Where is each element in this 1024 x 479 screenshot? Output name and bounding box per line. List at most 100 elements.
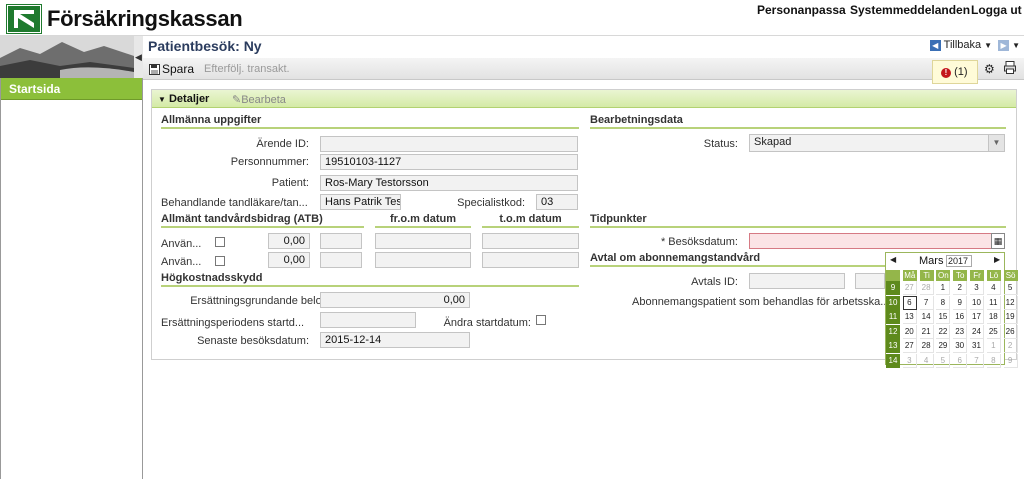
calendar-day[interactable]: 31 bbox=[970, 339, 984, 354]
calendar-day[interactable]: 8 bbox=[986, 354, 1001, 368]
atb-row-checkbox[interactable] bbox=[215, 256, 225, 266]
calendar-day[interactable]: 3 bbox=[902, 354, 917, 368]
followup-transaction-button[interactable]: Efterfölj. transakt. bbox=[204, 63, 290, 75]
patient-field[interactable]: Ros-Mary Testorsson bbox=[320, 175, 578, 191]
calendar-day[interactable]: 29 bbox=[936, 339, 951, 354]
logo-text: Försäkringskassan bbox=[47, 6, 243, 31]
calendar-day[interactable]: 3 bbox=[970, 281, 984, 295]
message-badge[interactable]: ! (1) bbox=[932, 60, 978, 84]
personnummer-field[interactable]: 19510103-1127 bbox=[320, 154, 578, 170]
atb-from-field[interactable] bbox=[375, 252, 471, 268]
belopp-field[interactable]: 0,00 bbox=[320, 292, 470, 308]
personanpassa-link[interactable]: Personanpassa bbox=[757, 3, 846, 17]
calendar-day[interactable]: 4 bbox=[986, 281, 1001, 295]
calendar-day[interactable]: 13 bbox=[902, 310, 917, 325]
date-picker[interactable]: ◀ Mars 2017 ▶ Må Ti On To Fr Lö Sö 9 27 28 1 2 3 4 5 10… bbox=[885, 252, 1018, 368]
calendar-weekday: Må bbox=[902, 270, 917, 281]
andra-startdatum-checkbox[interactable] bbox=[536, 315, 546, 325]
calendar-day[interactable]: 24 bbox=[970, 324, 984, 339]
calendar-day[interactable]: 27 bbox=[902, 339, 917, 354]
arende-field[interactable] bbox=[320, 136, 578, 152]
atb-row-checkbox[interactable] bbox=[215, 237, 225, 247]
atb-to-title: t.o.m datum bbox=[482, 213, 579, 228]
back-button[interactable]: Tillbaka bbox=[944, 39, 982, 51]
status-select[interactable]: Skapad ▼ bbox=[749, 134, 1005, 152]
senaste-field[interactable]: 2015-12-14 bbox=[320, 332, 470, 348]
calendar-day[interactable]: 30 bbox=[953, 339, 968, 354]
save-label: Spara bbox=[162, 62, 195, 76]
chevron-down-icon: ▼ bbox=[158, 95, 166, 104]
atb-to-field[interactable] bbox=[482, 233, 579, 249]
atb-extra-field[interactable] bbox=[320, 233, 362, 249]
calendar-day[interactable]: 21 bbox=[919, 324, 934, 339]
toolbar: Spara Efterfölj. transakt. ! (1) ⚙ bbox=[143, 58, 1024, 84]
calendar-year-select[interactable]: 2017 bbox=[946, 255, 972, 267]
calendar-day[interactable]: 26 bbox=[1003, 324, 1018, 339]
calendar-day[interactable]: 8 bbox=[936, 295, 951, 310]
calendar-day[interactable]: 20 bbox=[902, 324, 917, 339]
calendar-day[interactable]: 5 bbox=[1003, 281, 1018, 295]
calendar-day[interactable]: 22 bbox=[936, 324, 951, 339]
calendar-weekday: Fr bbox=[970, 270, 984, 281]
forward-icon[interactable]: ▶ bbox=[998, 39, 1010, 51]
calendar-day[interactable]: 6 bbox=[902, 295, 917, 310]
calendar-day[interactable]: 16 bbox=[953, 310, 968, 325]
calendar-day[interactable]: 17 bbox=[970, 310, 984, 325]
calendar-day[interactable]: 11 bbox=[986, 295, 1001, 310]
calendar-day[interactable]: 27 bbox=[902, 281, 917, 295]
besoksdatum-input[interactable] bbox=[749, 233, 1005, 249]
tools-icon[interactable]: ⚙ bbox=[984, 62, 995, 76]
calendar-day[interactable]: 4 bbox=[919, 354, 934, 368]
calendar-day[interactable]: 15 bbox=[936, 310, 951, 325]
calendar-day[interactable]: 25 bbox=[986, 324, 1001, 339]
avtal-field[interactable] bbox=[749, 273, 845, 289]
calendar-day[interactable]: 6 bbox=[953, 354, 968, 368]
tandlakare-field[interactable]: Hans Patrik Testor bbox=[320, 194, 401, 210]
systemmeddelanden-link[interactable]: Systemmeddelanden bbox=[850, 3, 970, 17]
calendar-day[interactable]: 10 bbox=[970, 295, 984, 310]
logout-link[interactable]: Logga ut bbox=[971, 3, 1022, 17]
atb-extra-field[interactable] bbox=[320, 252, 362, 268]
tab-details[interactable]: ▼ Detaljer bbox=[158, 93, 209, 105]
calendar-day[interactable]: 7 bbox=[919, 295, 934, 310]
calendar-day[interactable]: 9 bbox=[1003, 354, 1018, 368]
forward-dropdown-icon[interactable]: ▼ bbox=[1012, 41, 1020, 50]
calendar-weekday: To bbox=[953, 270, 968, 281]
calendar-day[interactable]: 28 bbox=[919, 339, 934, 354]
chevron-down-icon[interactable]: ▼ bbox=[988, 135, 1004, 151]
title-bar: Patientbesök: Ny ◀ Tillbaka ▼ ▶ ▼ bbox=[143, 36, 1024, 58]
collapse-sidebar-icon[interactable]: ◀ bbox=[134, 36, 143, 78]
calendar-day[interactable]: 23 bbox=[953, 324, 968, 339]
calendar-day[interactable]: 7 bbox=[970, 354, 984, 368]
senaste-label: Senaste besöksdatum: bbox=[197, 335, 309, 347]
calendar-day[interactable]: 19 bbox=[1003, 310, 1018, 325]
calendar-day[interactable]: 2 bbox=[953, 281, 968, 295]
calendar-day[interactable]: 9 bbox=[953, 295, 968, 310]
calendar-day[interactable]: 2 bbox=[1003, 339, 1018, 354]
previous-month-icon[interactable]: ◀ bbox=[890, 255, 896, 264]
back-dropdown-icon[interactable]: ▼ bbox=[984, 41, 992, 50]
tab-edit[interactable]: ✎Bearbeta bbox=[232, 93, 286, 106]
personnummer-label: Personnummer: bbox=[230, 156, 309, 168]
calendar-day[interactable]: 1 bbox=[936, 281, 951, 295]
atb-from-field[interactable] bbox=[375, 233, 471, 249]
atb-row-label: Använ... bbox=[161, 238, 202, 250]
atb-amount-field[interactable]: 0,00 bbox=[268, 233, 310, 249]
print-icon[interactable] bbox=[1004, 61, 1016, 77]
specialist-field[interactable]: 03 bbox=[536, 194, 578, 210]
calendar-day[interactable]: 5 bbox=[936, 354, 951, 368]
calendar-day[interactable]: 12 bbox=[1003, 295, 1018, 310]
startd-field[interactable] bbox=[320, 312, 416, 328]
calendar-day[interactable]: 18 bbox=[986, 310, 1001, 325]
sidebar-item-startsida[interactable]: Startsida bbox=[1, 78, 142, 100]
avtal-extra-field[interactable] bbox=[855, 273, 885, 289]
calendar-day[interactable]: 1 bbox=[986, 339, 1001, 354]
atb-amount-field[interactable]: 0,00 bbox=[268, 252, 310, 268]
atb-to-field[interactable] bbox=[482, 252, 579, 268]
back-icon[interactable]: ◀ bbox=[929, 39, 941, 51]
calendar-day[interactable]: 14 bbox=[919, 310, 934, 325]
next-month-icon[interactable]: ▶ bbox=[994, 255, 1000, 264]
save-button[interactable]: Spara bbox=[149, 62, 194, 76]
calendar-icon[interactable]: ▦ bbox=[991, 233, 1005, 249]
calendar-day[interactable]: 28 bbox=[919, 281, 934, 295]
